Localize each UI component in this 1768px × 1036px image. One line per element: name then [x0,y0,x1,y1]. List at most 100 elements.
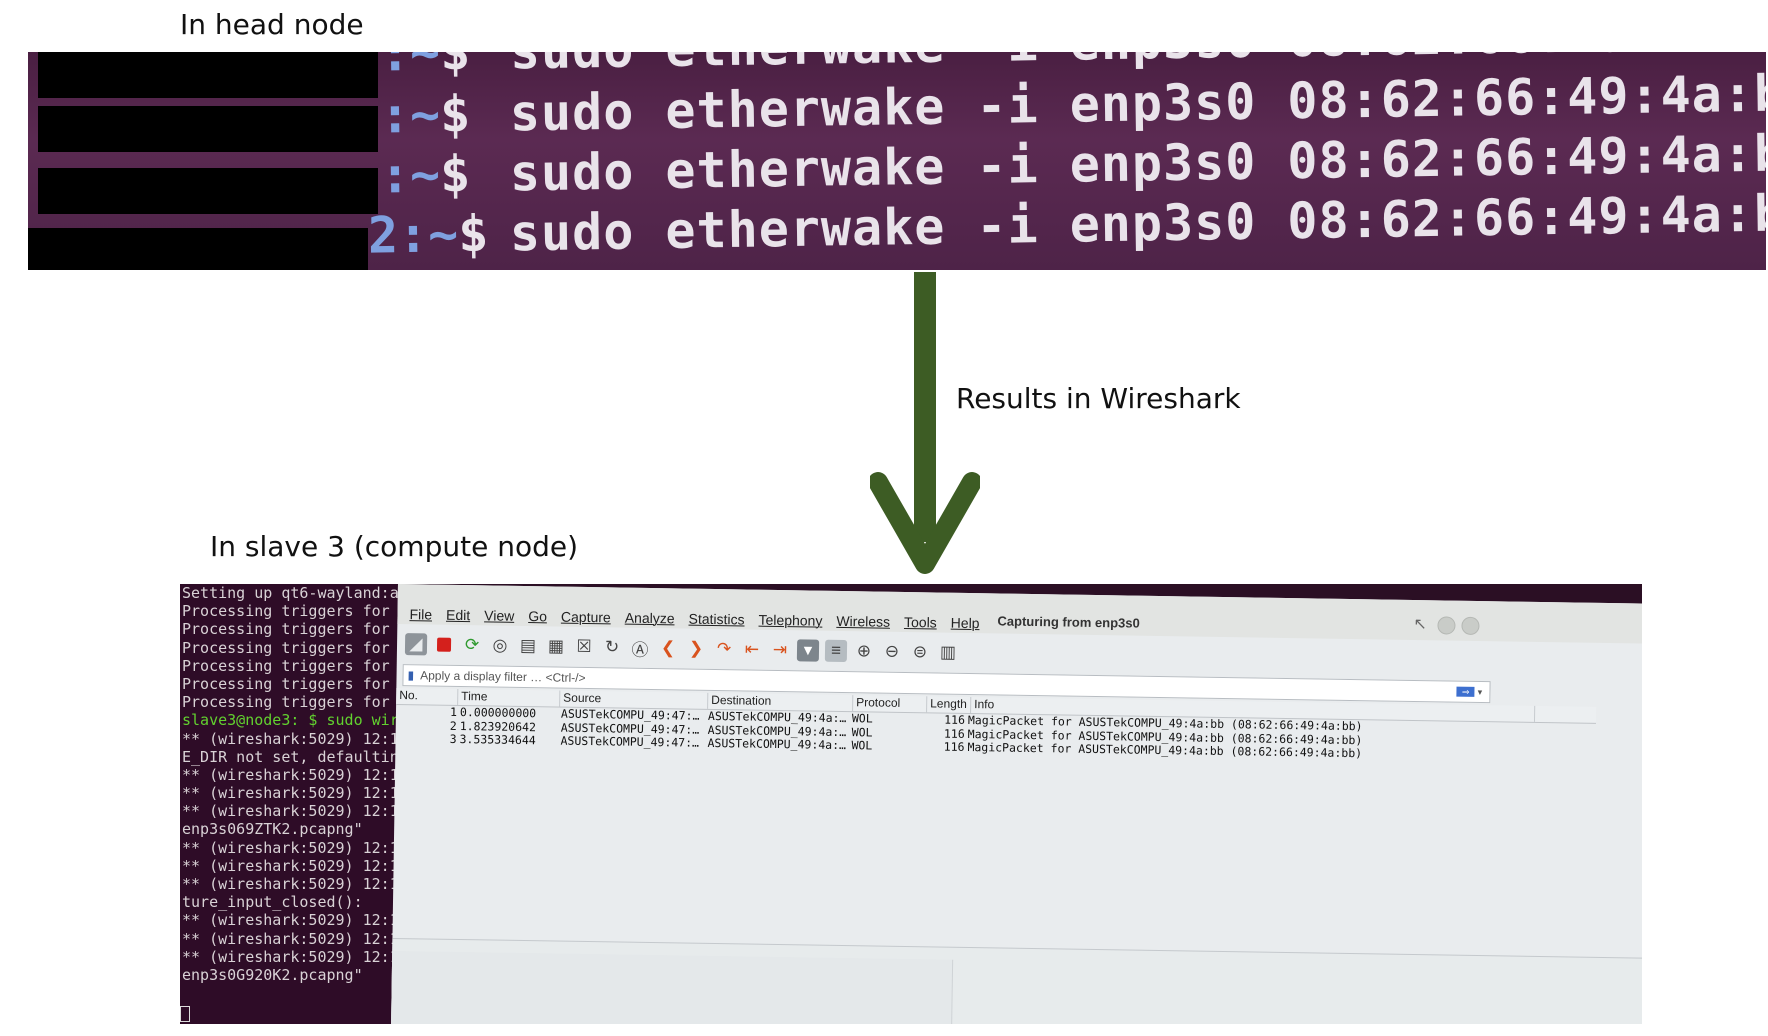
packet-protocol: WOL [851,712,873,726]
terminal-output-line: Processing triggers for m [182,656,408,675]
menu-view[interactable]: View [484,607,514,623]
go-to-packet-icon[interactable]: ↷ [713,638,735,660]
prompt-dollar: $ [457,204,489,264]
open-file-icon[interactable]: ▤ [517,635,539,657]
restart-capture-icon[interactable]: ⟳ [461,634,483,656]
menu-go[interactable]: Go [528,608,547,624]
menu-file[interactable]: File [409,606,432,622]
menu-analyze[interactable]: Analyze [625,610,675,627]
terminal-output-line: ** (wireshark:5029) 12:1 [182,911,399,930]
packet-length: 116 [943,726,965,741]
packet-protocol: WOL [851,725,873,739]
menu-bar: File Edit View Go Capture Analyze Statis… [409,606,979,631]
minimize-button[interactable] [1437,616,1456,635]
terminal-output-line: ** (wireshark:5029) 12:1 [182,838,399,857]
prompt-tail: :~$ [379,85,471,145]
apply-filter-button[interactable]: ⇒ ▾ [1449,682,1489,703]
prompt-dollar: $ [439,85,471,144]
menu-capture[interactable]: Capture [561,609,611,626]
start-capture-icon[interactable]: ◢ [404,633,428,656]
packet-length: 116 [943,740,965,754]
column-header-no[interactable]: No. [396,687,459,705]
terminal-output-line: Processing triggers for l [182,602,408,621]
resize-columns-icon[interactable]: ▥ [937,641,959,663]
prompt-dollar: $ [439,52,471,82]
window-title: Capturing from enp3s0 [997,613,1140,631]
terminal-output-line: Processing triggers for g [182,620,408,639]
prompt-tail: 2:~$ [367,204,489,265]
packet-destination: ASUSTekCOMPU_49:4a:… [707,736,847,753]
last-packet-icon[interactable]: ⇥ [769,639,791,661]
terminal-output-line: ** (wireshark:5029) 12:1 [182,802,399,821]
column-header-destination[interactable]: Destination [708,692,854,712]
terminal-output-line: Setting up qt6-wayland:ar [182,584,408,602]
redaction-block [38,52,378,98]
colorize-icon[interactable]: ≡ [824,639,848,663]
terminal-output-line: ** (wireshark:5029) 12:1 [182,929,399,948]
packet-no: 2 [449,718,457,733]
terminal-output-line: Processing triggers for l [182,638,408,657]
packet-bytes-pane[interactable] [390,950,954,1024]
terminal-output-line: ture_input_closed(): [182,893,363,912]
reload-icon[interactable]: ↻ [601,636,623,658]
menu-wireless[interactable]: Wireless [836,613,890,630]
capture-options-icon[interactable]: ◎ [489,634,511,656]
redaction-block [28,228,368,270]
terminal-output-line: ** (wireshark:5029) 12:1 [182,784,399,803]
terminal-output-line: ** (wireshark:5029) 12:1 [182,729,399,748]
packet-no: 1 [449,704,458,719]
mouse-pointer-icon: ↖ [1413,615,1428,634]
packet-length: 116 [944,713,966,727]
packet-protocol: WOL [851,739,873,753]
packet-details-pane[interactable] [390,937,1642,1024]
terminal-output-line: Processing triggers for c [182,693,408,712]
packet-no: 3 [449,731,457,746]
bookmark-icon[interactable]: ▮ [407,668,414,682]
menu-statistics[interactable]: Statistics [688,611,744,628]
column-header-length[interactable]: Length [927,696,972,714]
go-back-icon[interactable]: ❮ [657,637,679,659]
menu-tools[interactable]: Tools [904,614,937,631]
background-terminal: Setting up qt6-wayland:ar Processing tri… [180,584,410,1024]
filter-placeholder: Apply a display filter … <Ctrl-/> [420,668,586,685]
normal-size-icon[interactable]: ⊜ [909,641,931,663]
terminal-output-line: enp3s0G920K2.pcapng" [182,965,363,984]
menu-telephony[interactable]: Telephony [758,612,822,629]
terminal-output-line: enp3s069ZTK2.pcapng" [182,820,363,839]
menu-help[interactable]: Help [951,615,980,631]
column-header-source[interactable]: Source [560,690,709,709]
terminal-output-line: Processing triggers for s [182,674,408,693]
prompt-tail: :~$ [379,145,471,205]
zoom-in-icon[interactable]: ⊕ [853,640,875,662]
head-node-caption: In head node [180,8,364,41]
prompt-dollar: $ [439,145,471,204]
packet-source: ASUSTekCOMPU_49:47:… [560,734,700,750]
packet-time: 3.535334644 [459,732,536,748]
redaction-block [38,168,378,214]
wireshark-window: File Edit View Go Capture Analyze Statis… [390,584,1642,1024]
terminal-cursor [180,1006,190,1022]
redaction-block [38,106,378,152]
slave-node-caption: In slave 3 (compute node) [210,530,578,563]
go-forward-icon[interactable]: ❯ [685,638,707,660]
down-arrow-icon [870,272,980,574]
maximize-button[interactable] [1461,616,1480,635]
menu-edit[interactable]: Edit [446,607,470,623]
zoom-out-icon[interactable]: ⊖ [881,641,903,663]
column-header-time[interactable]: Time [458,688,561,707]
terminal-output-line: ** (wireshark:5029) 12:1 [182,875,399,893]
first-packet-icon[interactable]: ⇤ [741,638,763,660]
arrow-caption: Results in Wireshark [956,382,1241,415]
head-node-terminal: :~$ sudo etherwake -i enp3s0 08:62:66:49… [28,52,1766,270]
prompt-tail: :~$ [379,52,470,82]
save-file-icon[interactable]: ▦ [545,635,567,657]
find-packet-icon[interactable]: Ⓐ [629,637,651,659]
column-header-protocol[interactable]: Protocol [853,695,928,713]
terminal-prompt-line: slave3@node3: $ sudo wire [182,711,408,730]
autoscroll-icon[interactable]: ▾ [796,639,820,662]
terminal-output-line: ** (wireshark:5029) 12:1 [182,856,399,875]
close-file-icon[interactable]: ☒ [573,636,595,658]
terminal-output-line: ** (wireshark:5029) 12:1 [182,947,399,966]
slave-node-screen: Setting up qt6-wayland:ar Processing tri… [180,584,1642,1024]
stop-capture-icon[interactable] [433,634,455,656]
